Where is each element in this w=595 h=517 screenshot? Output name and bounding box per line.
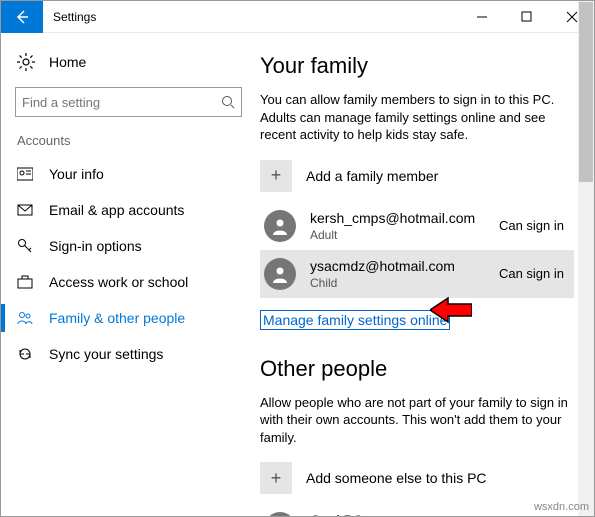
other-account-row[interactable]: GeekPC Local account bbox=[260, 504, 574, 516]
plus-icon: + bbox=[260, 462, 292, 494]
member-role: Child bbox=[310, 276, 499, 290]
home-label: Home bbox=[49, 54, 86, 70]
titlebar: Settings bbox=[1, 1, 594, 33]
sidebar-item-label: Access work or school bbox=[49, 274, 188, 290]
avatar-icon bbox=[264, 210, 296, 242]
sidebar-item-family[interactable]: Family & other people bbox=[1, 300, 256, 336]
family-heading: Your family bbox=[260, 53, 574, 79]
callout-arrow-icon bbox=[430, 296, 472, 329]
back-button[interactable] bbox=[1, 1, 43, 33]
sidebar-item-signin[interactable]: Sign-in options bbox=[1, 228, 256, 264]
plus-icon: + bbox=[260, 160, 292, 192]
close-icon bbox=[566, 11, 578, 23]
scrollbar[interactable] bbox=[578, 33, 594, 516]
sidebar-item-your-info[interactable]: Your info bbox=[1, 156, 256, 192]
sidebar-item-label: Sign-in options bbox=[49, 238, 142, 254]
mail-icon bbox=[17, 202, 33, 218]
key-icon bbox=[17, 238, 33, 254]
search-input[interactable] bbox=[16, 95, 215, 110]
avatar-icon bbox=[264, 258, 296, 290]
member-email: ysacmdz@hotmail.com bbox=[310, 258, 499, 274]
add-family-member-button[interactable]: + Add a family member bbox=[260, 160, 574, 192]
people-icon bbox=[17, 310, 33, 326]
sidebar-item-email[interactable]: Email & app accounts bbox=[1, 192, 256, 228]
search-box[interactable] bbox=[15, 87, 242, 117]
sidebar-item-label: Family & other people bbox=[49, 310, 185, 326]
sidebar-item-sync[interactable]: Sync your settings bbox=[1, 336, 256, 372]
search-icon bbox=[215, 95, 241, 109]
member-status: Can sign in bbox=[499, 218, 570, 233]
family-member-row[interactable]: kersh_cmps@hotmail.com Adult Can sign in bbox=[260, 202, 574, 250]
member-role: Adult bbox=[310, 228, 499, 242]
minimize-icon bbox=[476, 11, 488, 23]
other-people-heading: Other people bbox=[260, 356, 574, 382]
sidebar-item-work[interactable]: Access work or school bbox=[1, 264, 256, 300]
sidebar-item-label: Sync your settings bbox=[49, 346, 163, 362]
maximize-button[interactable] bbox=[504, 1, 549, 33]
member-email: kersh_cmps@hotmail.com bbox=[310, 210, 499, 226]
add-family-label: Add a family member bbox=[306, 168, 438, 184]
home-button[interactable]: Home bbox=[1, 45, 256, 79]
sidebar-item-label: Email & app accounts bbox=[49, 202, 184, 218]
back-arrow-icon bbox=[14, 9, 30, 25]
watermark: wsxdn.com bbox=[534, 501, 589, 513]
maximize-icon bbox=[521, 11, 533, 23]
account-name: GeekPC bbox=[310, 512, 570, 516]
manage-family-link[interactable]: Manage family settings online bbox=[260, 310, 450, 330]
family-member-row[interactable]: ysacmdz@hotmail.com Child Can sign in bbox=[260, 250, 574, 298]
main-panel: Your family You can allow family members… bbox=[256, 33, 594, 516]
add-other-person-button[interactable]: + Add someone else to this PC bbox=[260, 462, 574, 494]
other-people-description: Allow people who are not part of your fa… bbox=[260, 394, 574, 447]
sidebar: Home Accounts Your info Email & app acco… bbox=[1, 33, 256, 516]
add-other-label: Add someone else to this PC bbox=[306, 470, 487, 486]
window-title: Settings bbox=[53, 10, 459, 24]
section-label: Accounts bbox=[1, 129, 256, 156]
gear-icon bbox=[17, 53, 35, 71]
sidebar-item-label: Your info bbox=[49, 166, 104, 182]
member-status: Can sign in bbox=[499, 266, 570, 281]
person-card-icon bbox=[17, 166, 33, 182]
family-description: You can allow family members to sign in … bbox=[260, 91, 574, 144]
minimize-button[interactable] bbox=[459, 1, 504, 33]
avatar-icon bbox=[264, 512, 296, 516]
sync-icon bbox=[17, 346, 33, 362]
scrollbar-thumb[interactable] bbox=[579, 33, 593, 182]
briefcase-icon bbox=[17, 274, 33, 290]
